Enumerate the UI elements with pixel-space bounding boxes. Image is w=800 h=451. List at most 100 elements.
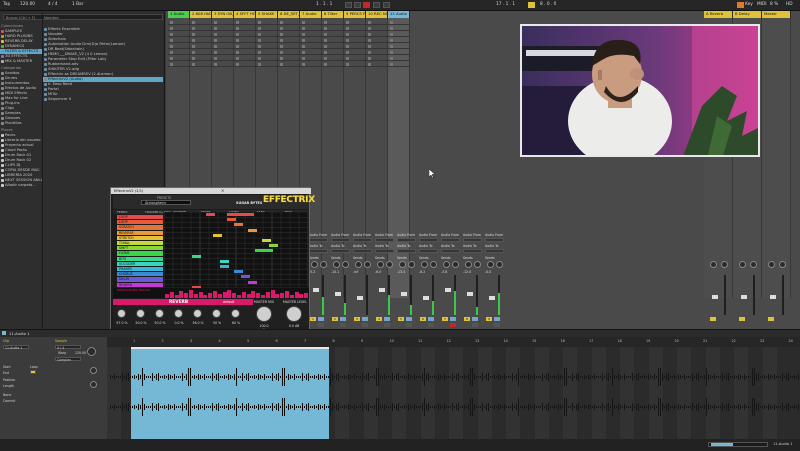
audio-from-selector[interactable] xyxy=(309,238,328,242)
master-level-knob[interactable] xyxy=(286,306,302,322)
track-header[interactable]: 5 SHAKE xyxy=(256,11,278,18)
overdub-button[interactable] xyxy=(373,2,380,8)
track-activator-button[interactable]: 7 xyxy=(442,317,448,321)
send-b-knob[interactable] xyxy=(386,261,393,268)
song-position[interactable]: 1 . 1 . 1 xyxy=(316,2,332,7)
sequencer-step[interactable] xyxy=(241,275,250,279)
effect-row-label[interactable]: REVERSE xyxy=(117,230,163,235)
effect-row-label[interactable]: SCRATCH xyxy=(117,225,163,230)
arm-button[interactable] xyxy=(406,323,412,327)
effect-row-label[interactable]: TONAL xyxy=(117,241,163,246)
effect-row-label[interactable]: SHIFT xyxy=(117,246,163,251)
effect-row-label[interactable]: STRETCH xyxy=(117,235,163,240)
time-signature[interactable]: 4 / 4 xyxy=(48,2,58,7)
modulation-bar[interactable] xyxy=(280,293,285,298)
parameter-knob[interactable] xyxy=(136,309,145,318)
quantization-menu[interactable]: 1 Bar xyxy=(72,2,83,7)
volume-fader[interactable] xyxy=(401,292,407,296)
sequencer-step[interactable] xyxy=(192,254,201,258)
send-b-knob[interactable] xyxy=(452,261,459,268)
parameter-knob[interactable] xyxy=(117,309,126,318)
clip-slot[interactable] xyxy=(168,61,190,67)
overview-scroll[interactable] xyxy=(708,442,768,447)
return-track-header[interactable]: A Reverb xyxy=(704,11,733,18)
volume-readout[interactable]: -inf xyxy=(353,270,358,274)
volume-fader[interactable] xyxy=(467,292,473,296)
play-button[interactable] xyxy=(345,2,352,8)
track-header[interactable]: 1 Audio xyxy=(168,11,190,18)
send-b-knob[interactable] xyxy=(474,261,481,268)
arm-button[interactable] xyxy=(384,323,390,327)
loop-toggle[interactable] xyxy=(30,370,36,374)
section-mode[interactable]: default xyxy=(223,300,234,304)
volume-fader[interactable] xyxy=(489,296,495,300)
transpose-knob[interactable] xyxy=(90,367,97,374)
return-activator-button[interactable] xyxy=(739,317,745,321)
volume-fader[interactable] xyxy=(313,288,319,292)
audio-from-selector[interactable] xyxy=(441,238,460,242)
track-header[interactable]: 11 Audio xyxy=(388,11,410,18)
send-a-knob[interactable] xyxy=(311,261,318,268)
sequencer-step[interactable] xyxy=(255,249,273,253)
preset-selector[interactable]: Atmospheric xyxy=(141,200,191,205)
modulation-bar[interactable] xyxy=(285,291,289,298)
solo-button[interactable] xyxy=(450,317,456,321)
sequencer-grid[interactable] xyxy=(163,211,309,294)
track-activator-button[interactable]: 5 xyxy=(398,317,404,321)
solo-button[interactable] xyxy=(340,317,346,321)
plugin-close-icon[interactable]: ✕ xyxy=(221,188,224,193)
tempo-field[interactable]: 120.00 xyxy=(20,2,35,7)
return-volume-fader[interactable] xyxy=(770,295,776,299)
modulation-bar[interactable] xyxy=(232,293,237,298)
send-a-knob[interactable] xyxy=(377,261,384,268)
send-a-knob[interactable] xyxy=(399,261,406,268)
stop-button[interactable] xyxy=(354,2,361,8)
modulation-bar[interactable] xyxy=(169,292,174,298)
modulation-bar[interactable] xyxy=(227,290,232,298)
arm-button[interactable] xyxy=(362,323,368,327)
warp-button[interactable]: Warp xyxy=(58,351,66,355)
category-item[interactable]: Plantillas xyxy=(0,121,42,126)
record-button[interactable] xyxy=(363,2,370,8)
sequencer-step[interactable] xyxy=(262,239,271,242)
sequencer-step[interactable] xyxy=(220,259,229,263)
key-map-button[interactable] xyxy=(737,2,744,8)
parameter-knob[interactable] xyxy=(193,309,202,318)
volume-readout[interactable]: -13.4 xyxy=(397,270,405,274)
volume-fader[interactable] xyxy=(379,288,385,292)
return-send-knob[interactable] xyxy=(721,261,728,268)
modulation-bar[interactable] xyxy=(294,292,299,298)
overview-scroll-thumb[interactable] xyxy=(711,443,733,446)
modulation-bar[interactable] xyxy=(270,290,275,298)
browser-divider[interactable] xyxy=(42,13,43,329)
solo-button[interactable] xyxy=(472,317,478,321)
audio-to-selector[interactable] xyxy=(485,249,504,253)
audio-to-selector[interactable] xyxy=(375,249,394,253)
clip-slot[interactable] xyxy=(344,61,366,67)
loop-start-field[interactable]: 17 . 1 . 1 xyxy=(496,2,515,7)
arm-button[interactable] xyxy=(472,323,478,327)
modulation-bar[interactable] xyxy=(304,293,309,298)
modulation-bar[interactable] xyxy=(289,295,294,298)
send-b-knob[interactable] xyxy=(408,261,415,268)
modulation-bar[interactable] xyxy=(251,291,256,298)
track-header[interactable]: 4 SFFT HIT xyxy=(234,11,256,18)
sequencer-step[interactable] xyxy=(234,270,243,274)
clip-name[interactable]: 11-Audio 1 xyxy=(9,331,30,336)
volume-fader[interactable] xyxy=(357,296,363,300)
return-track-header[interactable]: B Delay xyxy=(733,11,762,18)
effect-row-label[interactable]: PHASER xyxy=(117,267,163,272)
solo-button[interactable] xyxy=(318,317,324,321)
send-a-knob[interactable] xyxy=(487,261,494,268)
track-header[interactable]: 3 SYN OB_HARM xyxy=(212,11,234,18)
return-volume-fader[interactable] xyxy=(712,295,718,299)
effect-row-label[interactable]: CHORUS xyxy=(117,272,163,277)
plugin-title-bar[interactable]: EffectrixV2 (2/1) xyxy=(111,188,311,194)
return-send-knob[interactable] xyxy=(710,261,717,268)
audio-from-selector[interactable] xyxy=(419,238,438,242)
return-volume-fader[interactable] xyxy=(741,295,747,299)
audio-to-selector[interactable] xyxy=(353,249,372,253)
track-activator-button[interactable]: 6 xyxy=(420,317,426,321)
audio-from-selector[interactable] xyxy=(463,238,482,242)
tap-button[interactable]: Tap xyxy=(3,2,10,7)
